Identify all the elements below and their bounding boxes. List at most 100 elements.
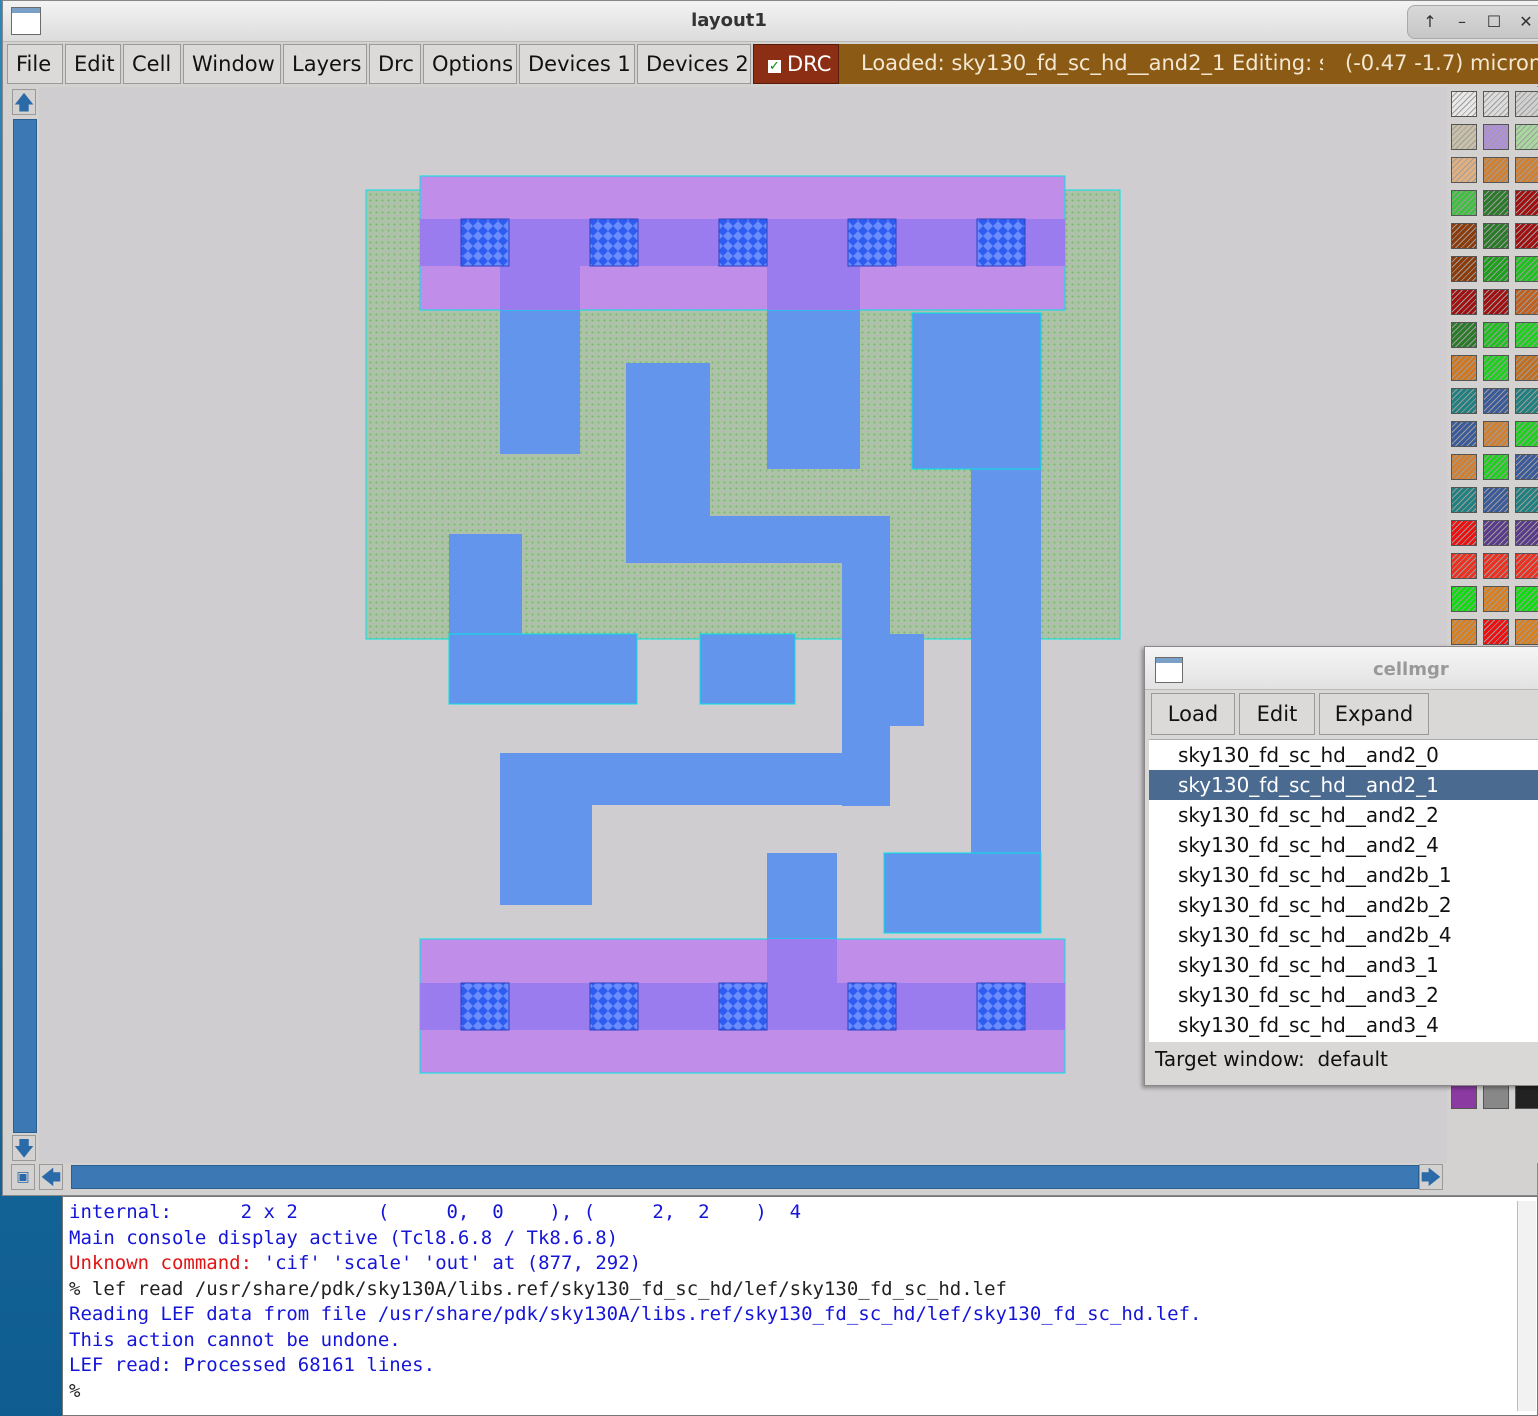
target-window-value[interactable]: default xyxy=(1317,1047,1387,1071)
layer-swatch[interactable] xyxy=(1515,520,1538,546)
layer-swatch[interactable] xyxy=(1451,586,1477,612)
layer-swatch[interactable] xyxy=(1515,157,1538,183)
layer-swatch[interactable] xyxy=(1451,190,1477,216)
arrow-up-icon[interactable]: 🡅 xyxy=(12,89,36,115)
layer-swatch[interactable] xyxy=(1451,454,1477,480)
shade-icon[interactable]: ↑ xyxy=(1418,11,1442,33)
menu-drc[interactable]: Drc xyxy=(369,44,421,84)
window-icon[interactable] xyxy=(1155,657,1183,683)
layer-swatch[interactable] xyxy=(1483,355,1509,381)
layer-swatch[interactable] xyxy=(1483,586,1509,612)
layer-swatch[interactable] xyxy=(1451,289,1477,315)
layer-swatch[interactable] xyxy=(1483,1083,1509,1109)
horizontal-scroll-thumb[interactable] xyxy=(71,1165,1419,1189)
cell-list-item[interactable]: sky130_fd_sc_hd__and2_0 xyxy=(1149,740,1538,770)
layer-swatch[interactable] xyxy=(1515,553,1538,579)
layer-swatch[interactable] xyxy=(1515,619,1538,645)
layer-swatch[interactable] xyxy=(1483,223,1509,249)
menu-devices-1[interactable]: Devices 1 xyxy=(519,44,635,84)
menu-layers[interactable]: Layers xyxy=(283,44,367,84)
layer-swatch[interactable] xyxy=(1483,487,1509,513)
layer-swatch[interactable] xyxy=(1515,388,1538,414)
layer-swatch[interactable] xyxy=(1451,124,1477,150)
cell-list-item[interactable]: sky130_fd_sc_hd__and2_4 xyxy=(1149,830,1538,860)
cell-list[interactable]: sky130_fd_sc_hd__and2_0 sky130_fd_sc_hd__… xyxy=(1149,739,1538,1042)
layer-swatch[interactable] xyxy=(1483,421,1509,447)
vertical-scroll-thumb[interactable] xyxy=(13,119,37,1133)
menu-file[interactable]: File xyxy=(7,44,63,84)
cell-list-item[interactable]: sky130_fd_sc_hd__and2b_2 xyxy=(1149,890,1538,920)
layer-swatch[interactable] xyxy=(1515,289,1538,315)
layer-swatch[interactable] xyxy=(1483,256,1509,282)
layer-swatch[interactable] xyxy=(1515,454,1538,480)
cell-list-item[interactable]: sky130_fd_sc_hd__and3_4 xyxy=(1149,1010,1538,1040)
layer-swatch[interactable] xyxy=(1483,619,1509,645)
layer-swatch[interactable] xyxy=(1451,256,1477,282)
arrow-right-icon[interactable]: 🡆 xyxy=(1419,1164,1443,1190)
layer-swatch[interactable] xyxy=(1451,223,1477,249)
minimize-icon[interactable]: – xyxy=(1450,11,1474,33)
layer-swatch[interactable] xyxy=(1515,256,1538,282)
layer-swatch[interactable] xyxy=(1451,520,1477,546)
menu-edit[interactable]: Edit xyxy=(65,44,121,84)
edit-button[interactable]: Edit xyxy=(1239,693,1315,735)
horizontal-scrollbar[interactable]: ▣ 🡄 🡆 xyxy=(11,1163,1447,1191)
layer-swatch[interactable] xyxy=(1483,190,1509,216)
layer-swatch[interactable] xyxy=(1515,586,1538,612)
arrow-left-icon[interactable]: 🡄 xyxy=(39,1164,63,1190)
layer-swatch[interactable] xyxy=(1515,91,1538,117)
menu-cell[interactable]: Cell xyxy=(123,44,181,84)
layer-swatch[interactable] xyxy=(1515,223,1538,249)
layer-swatch[interactable] xyxy=(1483,388,1509,414)
layer-swatch[interactable] xyxy=(1515,487,1538,513)
layer-swatch[interactable] xyxy=(1451,619,1477,645)
layer-swatch[interactable] xyxy=(1515,322,1538,348)
layer-swatch[interactable] xyxy=(1451,91,1477,117)
layer-swatch[interactable] xyxy=(1451,355,1477,381)
title-bar[interactable]: layout1 ↑ – ☐ ✕ xyxy=(3,1,1538,42)
layer-swatch[interactable] xyxy=(1515,355,1538,381)
cell-list-item[interactable]: sky130_fd_sc_hd__and3_1 xyxy=(1149,950,1538,980)
expand-button[interactable]: Expand xyxy=(1319,693,1429,735)
vertical-scrollbar[interactable]: 🡅 🡇 xyxy=(11,87,39,1163)
cell-list-item[interactable]: sky130_fd_sc_hd__and3_2 xyxy=(1149,980,1538,1010)
cellmgr-title-bar[interactable]: cellmgr xyxy=(1145,647,1538,690)
tcl-console[interactable]: internal: 2 x 2 ( 0, 0 ), ( 2, 2 ) 4 Main… xyxy=(62,1196,1538,1416)
layer-swatch[interactable] xyxy=(1483,454,1509,480)
load-button[interactable]: Load xyxy=(1151,693,1235,735)
layer-swatch[interactable] xyxy=(1451,1083,1477,1109)
layer-swatch[interactable] xyxy=(1515,421,1538,447)
layer-swatch[interactable] xyxy=(1451,487,1477,513)
maximize-icon[interactable]: ☐ xyxy=(1482,11,1506,33)
drc-checkbutton[interactable]: ✓ DRC xyxy=(753,44,839,84)
cursor-coordinates: (-0.47 -1.7) microns xyxy=(1323,44,1538,82)
console-scrollbar[interactable] xyxy=(1517,1201,1536,1411)
layer-swatch[interactable] xyxy=(1483,553,1509,579)
layer-swatch[interactable] xyxy=(1451,388,1477,414)
layer-swatch[interactable] xyxy=(1483,124,1509,150)
metal1-shape xyxy=(912,313,1041,469)
menu-options[interactable]: Options xyxy=(423,44,517,84)
menu-window[interactable]: Window xyxy=(183,44,281,84)
layer-swatch[interactable] xyxy=(1515,1083,1538,1109)
layer-swatch[interactable] xyxy=(1483,520,1509,546)
layer-swatch[interactable] xyxy=(1483,157,1509,183)
layer-swatch[interactable] xyxy=(1515,124,1538,150)
cell-list-item[interactable]: sky130_fd_sc_hd__and2_2 xyxy=(1149,800,1538,830)
layer-swatch[interactable] xyxy=(1451,157,1477,183)
menu-devices-2[interactable]: Devices 2 xyxy=(637,44,751,84)
zoom-box-icon[interactable]: ▣ xyxy=(11,1164,35,1190)
arrow-down-icon[interactable]: 🡇 xyxy=(12,1135,36,1161)
cell-list-item[interactable]: sky130_fd_sc_hd__and2_1 xyxy=(1149,770,1538,800)
cell-list-item[interactable]: sky130_fd_sc_hd__and2b_1 xyxy=(1149,860,1538,890)
layer-swatch[interactable] xyxy=(1483,322,1509,348)
layer-swatch[interactable] xyxy=(1451,553,1477,579)
layer-swatch[interactable] xyxy=(1451,322,1477,348)
console-command-line: % xyxy=(69,1379,81,1402)
cell-list-item[interactable]: sky130_fd_sc_hd__and2b_4 xyxy=(1149,920,1538,950)
close-icon[interactable]: ✕ xyxy=(1514,11,1538,33)
layer-swatch[interactable] xyxy=(1515,190,1538,216)
layer-swatch[interactable] xyxy=(1483,289,1509,315)
layer-swatch[interactable] xyxy=(1483,91,1509,117)
layer-swatch[interactable] xyxy=(1451,421,1477,447)
